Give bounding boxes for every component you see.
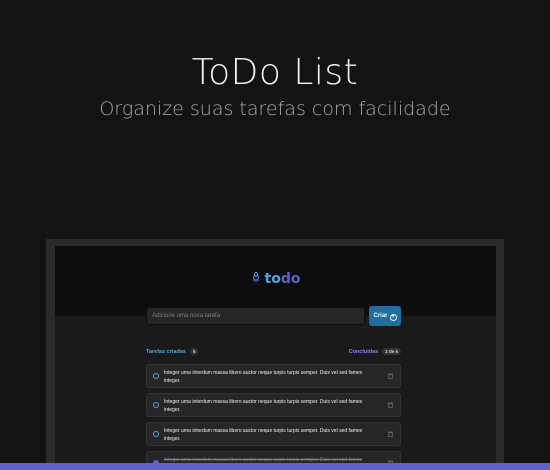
trash-icon[interactable] xyxy=(388,431,393,437)
done-count-badge: 2 de 5 xyxy=(382,348,401,355)
task-checkbox[interactable] xyxy=(153,373,159,379)
rocket-icon xyxy=(252,272,260,284)
task-item: Integer urna interdum massa libero aucto… xyxy=(146,393,401,417)
app-screen: todo Adicione uma nova tarefa Criar + Tar… xyxy=(55,246,496,470)
done-tasks-counter: Concluídas 2 de 5 xyxy=(349,347,401,357)
created-tasks-counter: Tarefas criadas 5 xyxy=(146,347,199,357)
created-count-badge: 5 xyxy=(189,348,199,355)
task-item: Integer urna interdum massa libero aucto… xyxy=(146,364,401,388)
page-subtitle: Organize suas tarefas com facilidade xyxy=(99,98,451,120)
app-header: todo xyxy=(55,246,496,316)
page-title: ToDo List xyxy=(191,52,359,93)
trash-icon[interactable] xyxy=(388,402,393,408)
task-checkbox[interactable] xyxy=(153,402,159,408)
create-button[interactable]: Criar + xyxy=(369,306,401,326)
bottom-accent-bar xyxy=(0,463,550,470)
task-text: Integer urna interdum massa libero aucto… xyxy=(164,399,363,413)
done-tasks-label: Concluídas xyxy=(348,349,379,355)
create-button-label: Criar xyxy=(373,313,388,319)
logo-text-do: do xyxy=(280,271,301,287)
task-checkbox[interactable] xyxy=(153,431,159,437)
created-tasks-label: Tarefas criadas xyxy=(146,349,186,355)
task-item: Integer urna interdum massa libero aucto… xyxy=(146,422,401,446)
trash-icon[interactable] xyxy=(388,373,393,379)
plus-circle-icon: + xyxy=(389,314,397,321)
app-logo: todo xyxy=(55,271,496,287)
new-task-input[interactable]: Adicione uma nova tarefa xyxy=(146,307,365,325)
task-text: Integer urna interdum massa libero aucto… xyxy=(164,370,363,384)
logo-text-to: to xyxy=(264,271,281,287)
task-counters: Tarefas criadas 5 Concluídas 2 de 5 xyxy=(146,347,401,357)
task-text: Integer urna interdum massa libero aucto… xyxy=(164,428,363,442)
